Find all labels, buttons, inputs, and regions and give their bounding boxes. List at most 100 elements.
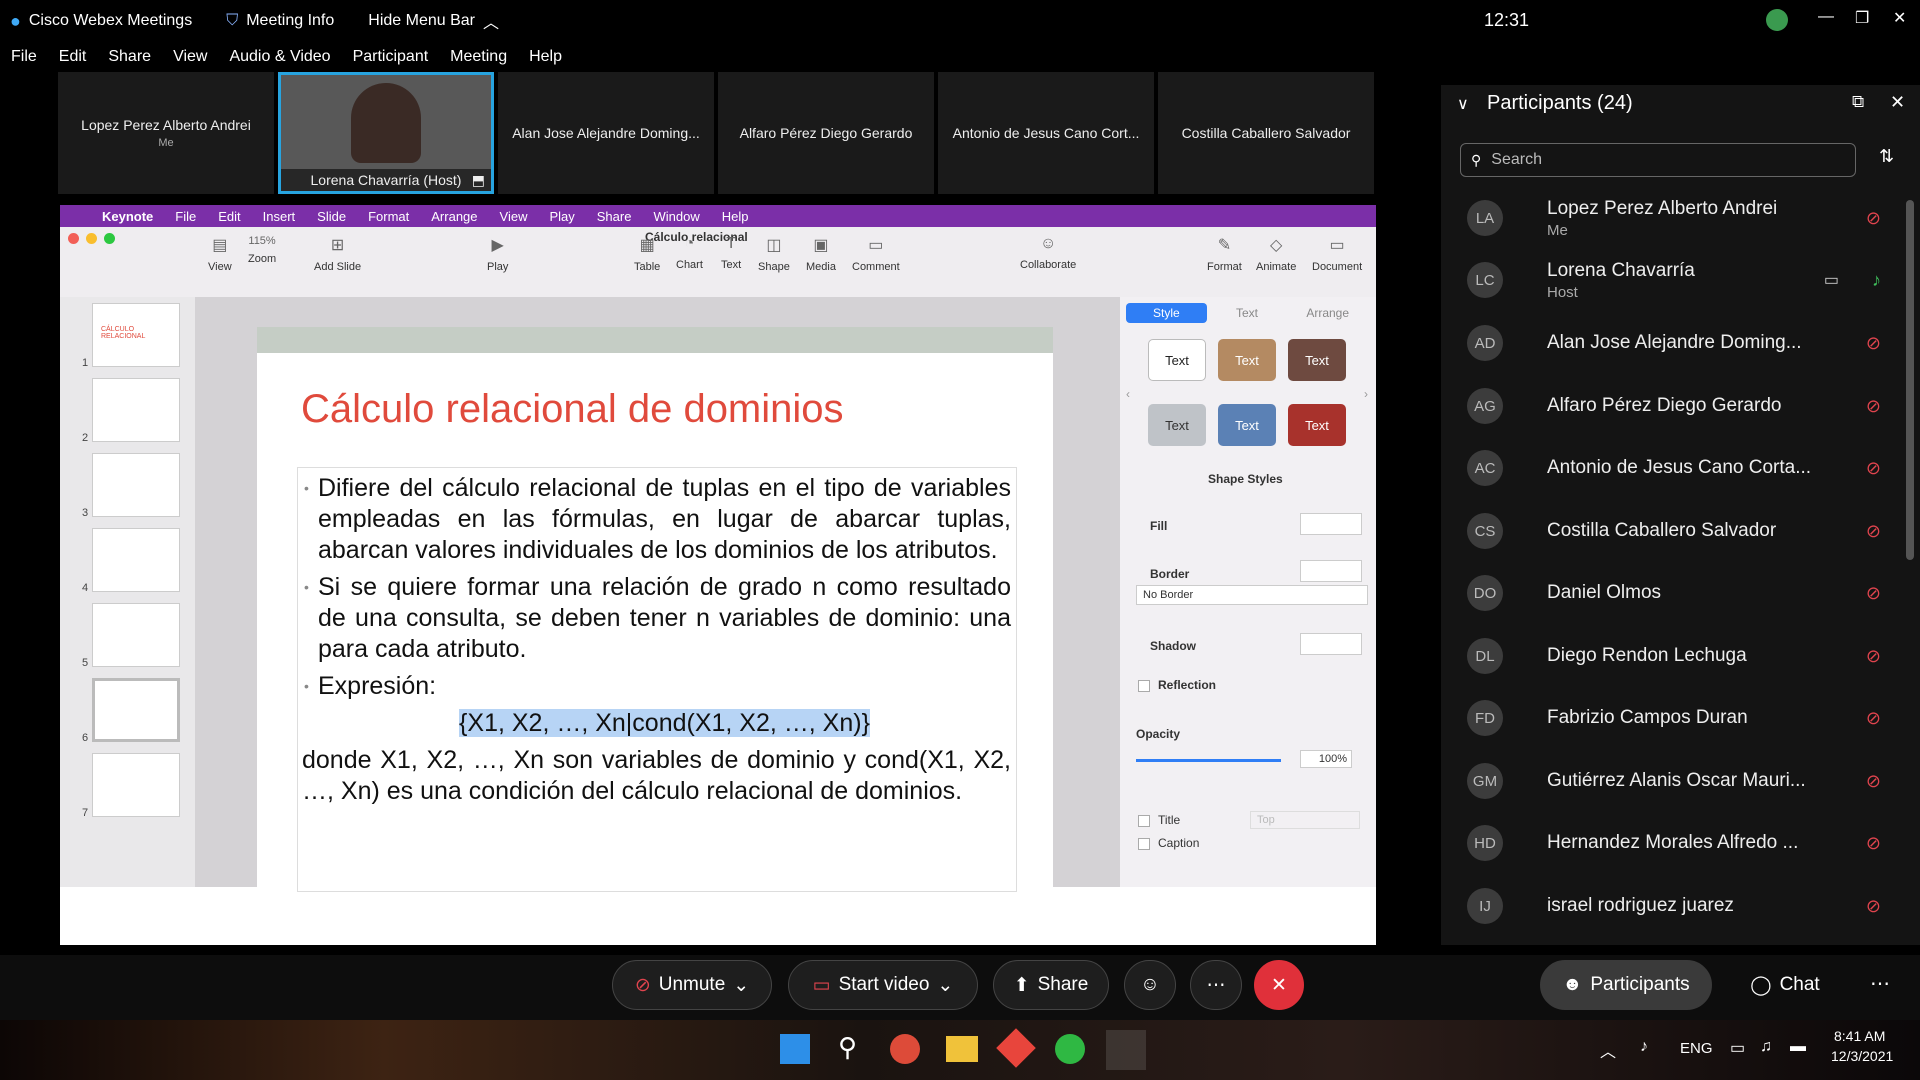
tab-arrange[interactable]: Arrange [1287, 303, 1368, 323]
sort-icon[interactable]: ⇅ [1879, 146, 1894, 167]
participant-row[interactable]: GM Gutiérrez Alanis Oscar Mauri... ⊘ [1441, 756, 1881, 806]
slide-thumbnail-selected[interactable] [92, 678, 180, 742]
keynote-menu-arrange[interactable]: Arrange [431, 209, 477, 224]
start-video-button[interactable]: ▭ Start video ⌄ [788, 960, 978, 1010]
keynote-menu-file[interactable]: File [175, 209, 196, 224]
chevron-left-icon[interactable]: ‹ [1126, 387, 1130, 401]
muted-mic-icon[interactable]: ⊘ [1866, 208, 1881, 229]
video-tile-host[interactable]: Lorena Chavarría (Host) ⬒ [278, 72, 494, 194]
border-style-select[interactable]: No Border [1136, 585, 1368, 605]
reflection-checkbox[interactable] [1138, 680, 1150, 692]
title-position-select[interactable]: Top [1250, 811, 1360, 829]
tool-view[interactable]: ▤ View [208, 235, 232, 273]
menu-participant[interactable]: Participant [353, 48, 429, 66]
language-indicator[interactable]: ENG [1680, 1040, 1713, 1057]
minimize-icon[interactable]: — [1818, 8, 1834, 26]
reactions-button[interactable]: ☺ [1124, 960, 1176, 1010]
window-zoom-dot[interactable] [104, 233, 115, 244]
leave-meeting-button[interactable]: ✕ [1254, 960, 1304, 1010]
volume-icon[interactable]: ♫ [1760, 1038, 1772, 1056]
unmute-button[interactable]: ⊘ Unmute ⌄ [612, 960, 772, 1010]
slide[interactable]: Cálculo relacional de dominios • Difiere … [257, 327, 1053, 892]
muted-mic-icon[interactable]: ⊘ [1866, 833, 1881, 854]
tool-comment[interactable]: ▭ Comment [852, 235, 900, 273]
tool-shape[interactable]: ◫ Shape [758, 235, 790, 273]
menu-share[interactable]: Share [108, 48, 151, 66]
menu-edit[interactable]: Edit [59, 48, 87, 66]
keynote-menu-insert[interactable]: Insert [263, 209, 296, 224]
participant-row[interactable]: AC Antonio de Jesus Cano Corta... ⊘ [1441, 443, 1881, 493]
video-tile[interactable]: Antonio de Jesus Cano Cort... [938, 72, 1154, 194]
keynote-menu-edit[interactable]: Edit [218, 209, 240, 224]
search-input[interactable]: ⚲ Search [1460, 143, 1856, 177]
video-tile[interactable]: Alfaro Pérez Diego Gerardo [718, 72, 934, 194]
whatsapp-icon[interactable] [1055, 1034, 1085, 1064]
scrollbar[interactable] [1906, 200, 1914, 560]
window-minimize-dot[interactable] [86, 233, 97, 244]
muted-mic-icon[interactable]: ⊘ [1866, 333, 1881, 354]
style-swatch[interactable]: Text [1148, 404, 1206, 446]
keynote-menu-window[interactable]: Window [653, 209, 699, 224]
opacity-slider[interactable] [1136, 759, 1281, 762]
keynote-menu-format[interactable]: Format [368, 209, 409, 224]
battery-icon[interactable]: ▬ [1790, 1038, 1806, 1056]
participant-row[interactable]: AG Alfaro Pérez Diego Gerardo ⊘ [1441, 381, 1881, 431]
window-close-dot[interactable] [68, 233, 79, 244]
restore-icon[interactable]: ❐ [1855, 8, 1869, 28]
menu-view[interactable]: View [173, 48, 207, 66]
file-explorer-icon[interactable] [946, 1036, 978, 1062]
muted-mic-icon[interactable]: ⊘ [1866, 583, 1881, 604]
slide-thumbnail[interactable] [92, 603, 180, 667]
search-icon[interactable]: ⚲ [838, 1032, 857, 1063]
participants-button[interactable]: ☻ Participants [1540, 960, 1712, 1010]
style-swatch[interactable]: Text [1288, 404, 1346, 446]
slide-text-box[interactable]: • Difiere del cálculo relacional de tupla… [297, 467, 1017, 892]
more-options-button[interactable]: ⋯ [1190, 960, 1242, 1010]
participant-row[interactable]: DL Diego Rendon Lechuga ⊘ [1441, 631, 1881, 681]
fill-label[interactable]: Fill [1150, 519, 1167, 533]
border-swatch[interactable] [1300, 560, 1362, 582]
muted-mic-icon[interactable]: ⊘ [1866, 896, 1881, 917]
keynote-menu-app[interactable]: Keynote [102, 209, 153, 224]
app-icon[interactable] [996, 1028, 1036, 1068]
tool-collaborate[interactable]: ☺ Collaborate [1020, 235, 1076, 271]
style-swatch[interactable]: Text [1218, 339, 1276, 381]
tool-table[interactable]: ▦ Table [634, 235, 660, 273]
hide-menu-bar-button[interactable]: Hide Menu Bar ︿ [368, 9, 499, 33]
menu-file[interactable]: File [11, 48, 37, 66]
style-swatch[interactable]: Text [1288, 339, 1346, 381]
muted-mic-icon[interactable]: ⊘ [1866, 396, 1881, 417]
slide-thumbnail[interactable] [92, 453, 180, 517]
network-stats-icon[interactable] [1766, 9, 1788, 31]
slide-thumbnail[interactable] [92, 753, 180, 817]
pop-out-icon[interactable]: ⧉ [1852, 92, 1864, 112]
tab-text[interactable]: Text [1207, 303, 1288, 323]
chevron-up-icon[interactable]: ︿ [1600, 1038, 1616, 1062]
muted-mic-icon[interactable]: ⊘ [1866, 646, 1881, 667]
chrome-icon[interactable] [890, 1034, 920, 1064]
tool-chart[interactable]: ◔ Chart [676, 235, 703, 271]
tool-zoom[interactable]: 115% Zoom [248, 235, 276, 265]
video-tile[interactable]: Lopez Perez Alberto Andrei Me [58, 72, 274, 194]
slide-thumbnail[interactable] [92, 528, 180, 592]
tab-style[interactable]: Style [1126, 303, 1207, 323]
menu-help[interactable]: Help [529, 48, 562, 66]
microphone-icon[interactable]: ♪ [1640, 1038, 1648, 1056]
participant-row[interactable]: CS Costilla Caballero Salvador ⊘ [1441, 506, 1881, 556]
participant-row[interactable]: DO Daniel Olmos ⊘ [1441, 568, 1881, 618]
opacity-value[interactable]: 100% [1300, 750, 1352, 768]
menu-audio-video[interactable]: Audio & Video [229, 48, 330, 66]
slide-thumbnail[interactable] [92, 378, 180, 442]
muted-mic-icon[interactable]: ⊘ [1866, 521, 1881, 542]
tool-play[interactable]: ▶ Play [487, 235, 508, 273]
more-icon[interactable]: ⋯ [1870, 971, 1890, 996]
share-button[interactable]: ⬆ Share [993, 960, 1109, 1010]
style-swatch[interactable]: Text [1148, 339, 1206, 381]
participant-row[interactable]: LA Lopez Perez Alberto Andrei Me ⊘ [1441, 193, 1881, 243]
close-panel-icon[interactable]: ✕ [1890, 92, 1905, 113]
close-icon[interactable]: ✕ [1893, 8, 1906, 28]
taskbar-date[interactable]: 12/3/2021 [1831, 1048, 1893, 1064]
title-checkbox[interactable] [1138, 815, 1150, 827]
keynote-menu-view[interactable]: View [500, 209, 528, 224]
border-label[interactable]: Border [1150, 567, 1189, 581]
